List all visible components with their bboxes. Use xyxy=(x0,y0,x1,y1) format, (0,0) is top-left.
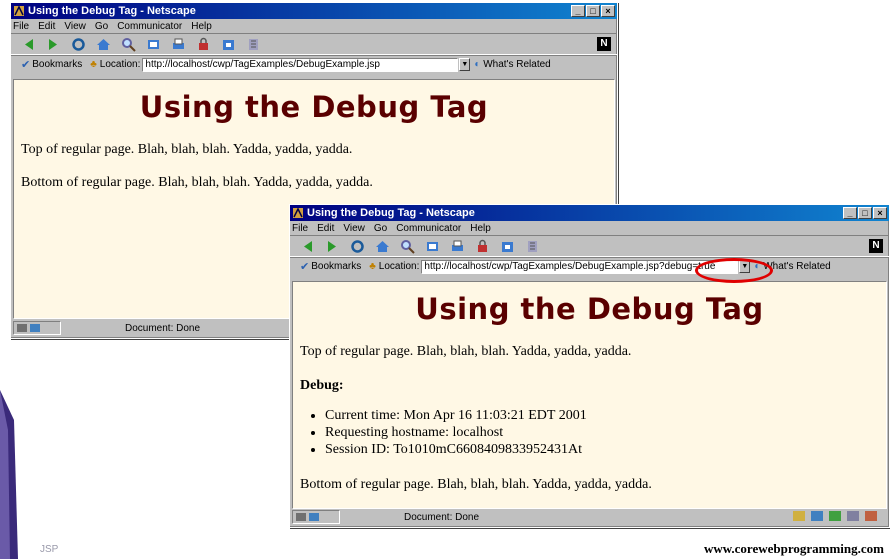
top-paragraph: Top of regular page. Blah, blah, blah. Y… xyxy=(21,142,353,157)
search-icon[interactable] xyxy=(400,239,415,254)
status-icons xyxy=(292,510,340,524)
mail-icon[interactable] xyxy=(811,511,823,521)
netscape-logo-icon: N xyxy=(597,37,611,51)
debug-item-hostname: Requesting hostname: localhost xyxy=(325,424,886,441)
url-dropdown-button[interactable]: ▼ xyxy=(459,58,471,71)
whats-related-label: What's Related xyxy=(763,261,831,272)
menu-bar: File Edit View Go Communicator Help xyxy=(290,221,889,235)
page-heading: Using the Debug Tag xyxy=(415,292,764,326)
navigation-toolbar: N xyxy=(290,235,889,257)
close-button[interactable]: × xyxy=(873,207,887,219)
menu-communicator[interactable]: Communicator xyxy=(117,21,182,32)
url-input[interactable]: http://localhost/cwp/TagExamples/DebugEx… xyxy=(142,57,459,72)
menu-help[interactable]: Help xyxy=(191,21,212,32)
slide-decoration xyxy=(0,390,18,559)
debug-list: Current time: Mon Apr 16 11:03:21 EDT 20… xyxy=(325,407,886,458)
maximize-button[interactable]: □ xyxy=(858,207,872,219)
bookmarks-button[interactable]: Bookmarks xyxy=(32,59,82,70)
title-bar[interactable]: Using the Debug Tag - Netscape _ □ × xyxy=(11,3,617,19)
page-heading: Using the Debug Tag xyxy=(139,90,489,124)
menu-view[interactable]: View xyxy=(343,223,365,234)
connection-icon xyxy=(30,324,40,332)
whats-related-label: What's Related xyxy=(483,59,551,70)
close-button[interactable]: × xyxy=(601,5,615,17)
top-paragraph: Top of regular page. Blah, blah, blah. Y… xyxy=(300,344,632,359)
status-icons xyxy=(13,321,61,335)
page-content: Using the Debug Tag Top of regular page.… xyxy=(292,281,887,509)
bookmarks-icon[interactable]: ✔ xyxy=(21,58,30,71)
composer-icon[interactable] xyxy=(865,511,877,521)
print-icon[interactable] xyxy=(171,37,186,52)
location-bar: ✔ Bookmarks ♣ Location: http://localhost… xyxy=(11,55,617,73)
location-label: Location: xyxy=(378,261,420,272)
title-bar[interactable]: Using the Debug Tag - Netscape _ □ × xyxy=(290,205,889,221)
bookmarks-button[interactable]: Bookmarks xyxy=(311,261,361,272)
security-status-icon[interactable] xyxy=(296,513,306,521)
security-icon[interactable] xyxy=(196,37,211,52)
bottom-paragraph: Bottom of regular page. Blah, blah, blah… xyxy=(21,175,373,190)
menu-file[interactable]: File xyxy=(292,223,308,234)
address-book-icon[interactable] xyxy=(847,511,859,521)
netscape-guide-icon[interactable] xyxy=(425,239,440,254)
reload-icon[interactable] xyxy=(350,239,365,254)
related-icon: ◐ xyxy=(474,59,481,70)
whats-related-button[interactable]: ◐ What's Related xyxy=(474,59,550,70)
menu-go[interactable]: Go xyxy=(95,21,108,32)
menu-file[interactable]: File xyxy=(13,21,29,32)
url-input[interactable]: http://localhost/cwp/TagExamples/DebugEx… xyxy=(421,259,739,274)
menu-bar: File Edit View Go Communicator Help xyxy=(11,19,617,33)
search-icon[interactable] xyxy=(121,37,136,52)
back-icon[interactable] xyxy=(300,239,315,254)
status-text: Document: Done xyxy=(125,322,201,334)
netscape-icon xyxy=(293,207,303,218)
netscape-guide-icon[interactable] xyxy=(146,37,161,52)
home-icon[interactable] xyxy=(96,37,111,52)
forward-icon[interactable] xyxy=(325,239,340,254)
stop-icon[interactable] xyxy=(525,239,540,254)
bookmarks-icon[interactable]: ✔ xyxy=(300,260,309,273)
debug-heading: Debug: xyxy=(300,378,344,393)
security-status-icon[interactable] xyxy=(17,324,27,332)
status-bar: Document: Done xyxy=(292,509,887,525)
minimize-button[interactable]: _ xyxy=(571,5,585,17)
menu-go[interactable]: Go xyxy=(374,223,387,234)
menu-view[interactable]: View xyxy=(64,21,86,32)
netscape-icon xyxy=(14,5,24,16)
stop-icon[interactable] xyxy=(246,37,261,52)
print-icon[interactable] xyxy=(450,239,465,254)
menu-edit[interactable]: Edit xyxy=(317,223,334,234)
location-icon: ♣ xyxy=(369,261,376,272)
footer-url: www.corewebprogramming.com xyxy=(703,541,884,556)
footer-section-label: JSP xyxy=(40,544,59,555)
browser-window-2: Using the Debug Tag - Netscape _ □ × Fil… xyxy=(289,204,890,528)
maximize-button[interactable]: □ xyxy=(586,5,600,17)
netscape-logo-icon: N xyxy=(869,239,883,253)
navigator-icon[interactable] xyxy=(793,511,805,521)
menu-help[interactable]: Help xyxy=(470,223,491,234)
minimize-button[interactable]: _ xyxy=(843,207,857,219)
home-icon[interactable] xyxy=(375,239,390,254)
reload-icon[interactable] xyxy=(71,37,86,52)
location-icon: ♣ xyxy=(90,59,97,70)
navigation-toolbar: N xyxy=(11,33,617,55)
component-bar xyxy=(793,511,877,521)
back-icon[interactable] xyxy=(21,37,36,52)
shop-icon[interactable] xyxy=(500,239,515,254)
newsgroups-icon[interactable] xyxy=(829,511,841,521)
menu-edit[interactable]: Edit xyxy=(38,21,55,32)
window-title: Using the Debug Tag - Netscape xyxy=(28,5,196,17)
location-bar: ✔ Bookmarks ♣ Location: http://localhost… xyxy=(290,257,889,275)
connection-icon xyxy=(309,513,319,521)
debug-param-highlight xyxy=(695,258,773,283)
menu-communicator[interactable]: Communicator xyxy=(396,223,461,234)
status-text: Document: Done xyxy=(404,511,480,523)
window-title: Using the Debug Tag - Netscape xyxy=(307,207,475,219)
bottom-paragraph: Bottom of regular page. Blah, blah, blah… xyxy=(300,477,652,492)
shop-icon[interactable] xyxy=(221,37,236,52)
debug-item-current-time: Current time: Mon Apr 16 11:03:21 EDT 20… xyxy=(325,407,886,424)
location-label: Location: xyxy=(99,59,141,70)
forward-icon[interactable] xyxy=(46,37,61,52)
security-icon[interactable] xyxy=(475,239,490,254)
debug-item-session-id: Session ID: To1010mC6608409833952431At xyxy=(325,441,886,458)
